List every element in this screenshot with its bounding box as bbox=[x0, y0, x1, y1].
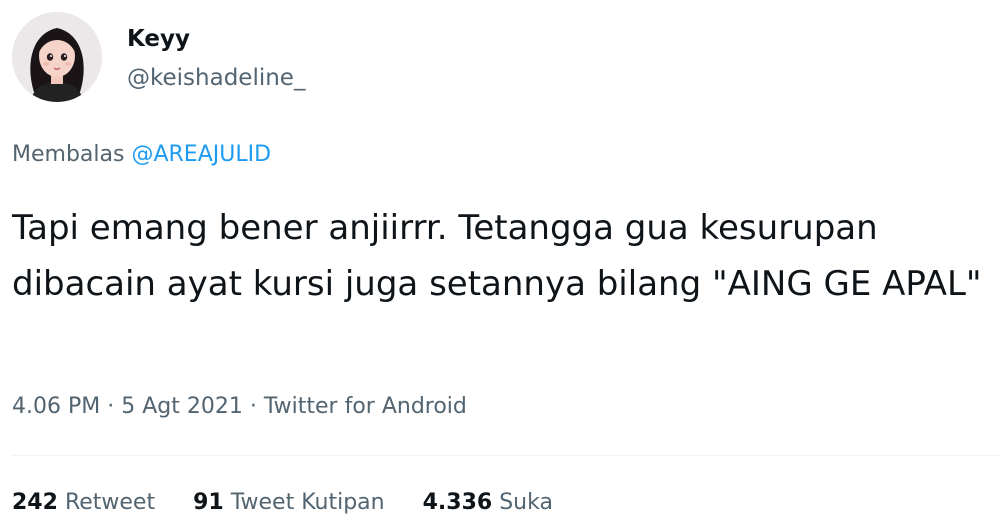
tweet-meta: 4.06 PM · 5 Agt 2021 · Twitter for Andro… bbox=[12, 392, 467, 422]
reply-context: Membalas @AREAJULID bbox=[12, 140, 271, 170]
quotes-label: Tweet Kutipan bbox=[230, 490, 385, 515]
user-handle[interactable]: @keishadeline_ bbox=[127, 63, 305, 93]
tweet-time[interactable]: 4.06 PM bbox=[12, 394, 100, 419]
reply-mention-link[interactable]: @AREAJULID bbox=[131, 142, 271, 167]
reply-prefix: Membalas bbox=[12, 142, 125, 167]
retweets-count: 242 bbox=[12, 490, 58, 515]
tweet-stats: 242 Retweet 91 Tweet Kutipan 4.336 Suka bbox=[12, 488, 553, 518]
retweets-label: Retweet bbox=[64, 490, 156, 515]
retweets-stat[interactable]: 242 Retweet bbox=[12, 488, 155, 518]
avatar[interactable] bbox=[12, 12, 102, 102]
tweet-source[interactable]: Twitter for Android bbox=[264, 394, 467, 419]
display-name[interactable]: Keyy bbox=[127, 24, 190, 54]
avatar-image bbox=[12, 12, 102, 102]
tweet-text: Tapi emang bener anjiirrr. Tetangga gua … bbox=[12, 208, 982, 304]
quotes-stat[interactable]: 91 Tweet Kutipan bbox=[193, 488, 385, 518]
tweet-date[interactable]: 5 Agt 2021 bbox=[121, 394, 243, 419]
meta-separator: · bbox=[107, 394, 115, 419]
divider bbox=[12, 455, 1000, 456]
quotes-count: 91 bbox=[193, 490, 224, 515]
tweet-card: Keyy @keishadeline_ Membalas @AREAJULID … bbox=[0, 0, 1000, 528]
likes-stat[interactable]: 4.336 Suka bbox=[423, 488, 553, 518]
likes-count: 4.336 bbox=[422, 490, 493, 515]
likes-label: Suka bbox=[499, 490, 553, 515]
meta-separator: · bbox=[249, 394, 257, 419]
